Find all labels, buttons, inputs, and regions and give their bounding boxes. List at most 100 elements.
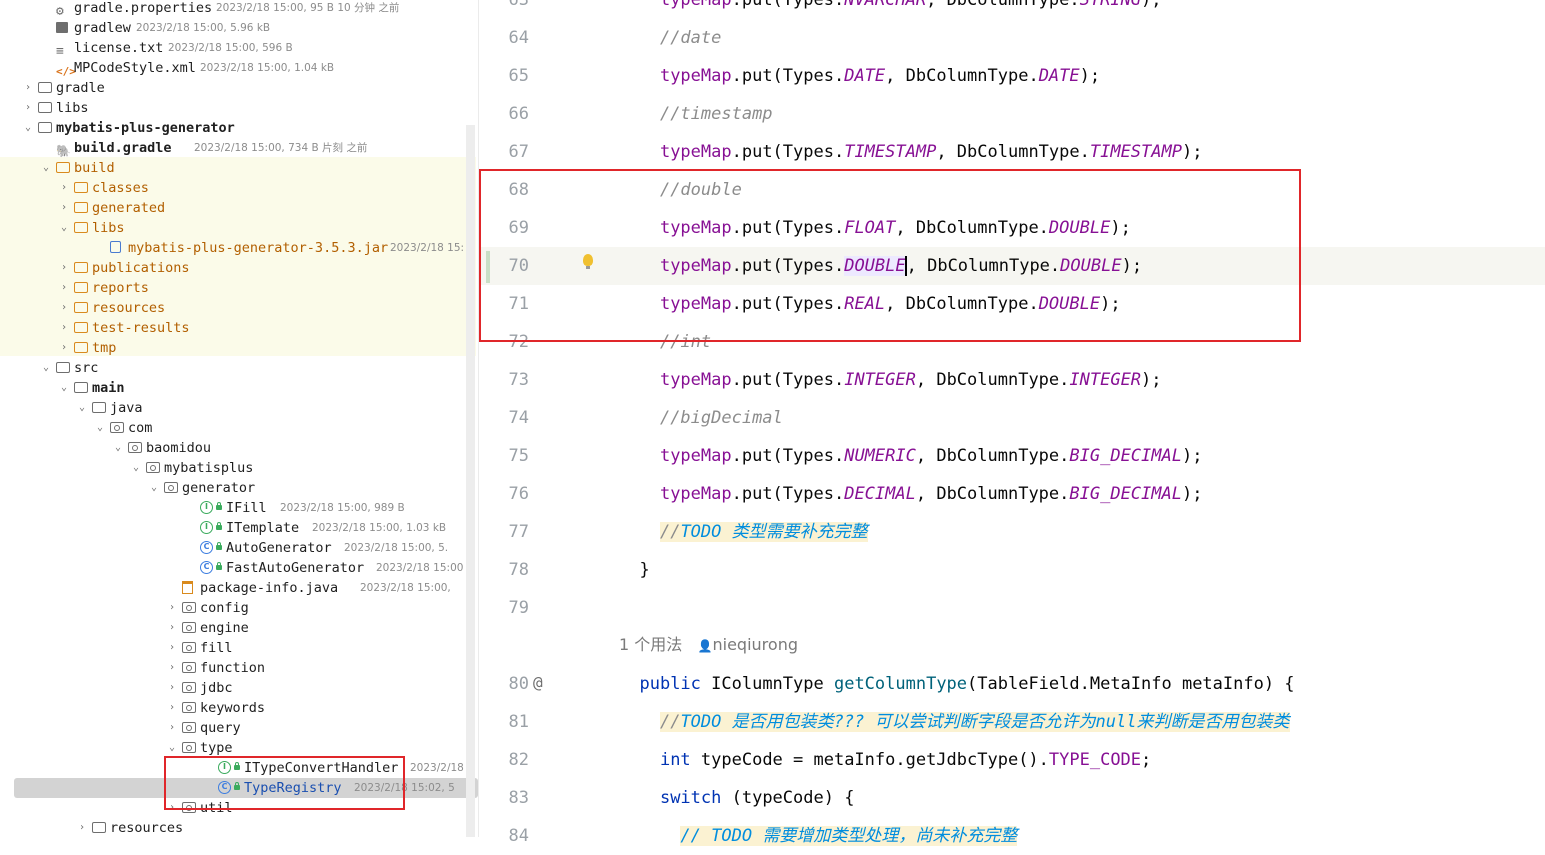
tree-item[interactable]: › engine [0, 618, 478, 638]
chevron-down-icon[interactable]: ⌄ [166, 738, 178, 758]
code-line-69[interactable]: typeMap.put(Types.FLOAT, DbColumnType.DO… [619, 209, 1131, 247]
tree-item[interactable]: › libs [0, 98, 478, 118]
tree-item[interactable]: mybatis-plus-generator-3.5.3.jar 2023/2/1… [0, 238, 478, 258]
chevron-right-icon[interactable]: › [58, 318, 70, 338]
tree-item[interactable]: ⌄ baomidou [0, 438, 478, 458]
chevron-down-icon[interactable]: ⌄ [130, 458, 142, 478]
chevron-right-icon[interactable]: › [166, 678, 178, 698]
tree-item[interactable]: ⚙ gradle.properties 2023/2/18 15:00, 95 B … [0, 0, 478, 19]
tree-item[interactable]: ⌄ libs [0, 218, 478, 238]
chevron-right-icon[interactable]: › [58, 298, 70, 318]
tree-item[interactable]: ⌄ type [0, 738, 478, 758]
tree-item[interactable]: ⌄ mybatis-plus-generator [0, 118, 478, 138]
code-line-68[interactable]: //double [619, 171, 742, 209]
xml-file-icon: </> [56, 65, 76, 78]
code-editor[interactable]: @ 63 64 65 66 67 68 69 70 71 72 73 74 75 76 77 78 79 80 81… [478, 0, 1545, 846]
chevron-right-icon[interactable]: › [58, 258, 70, 278]
tree-item[interactable]: › tmp [0, 338, 478, 358]
code-line-67[interactable]: typeMap.put(Types.TIMESTAMP, DbColumnTyp… [619, 133, 1203, 171]
tree-item[interactable]: I IFill 2023/2/18 15:00, 989 B [0, 498, 478, 518]
code-line-72[interactable]: //int [619, 323, 711, 361]
chevron-down-icon[interactable]: ⌄ [58, 218, 70, 238]
tree-item[interactable]: ⌄ build [0, 158, 478, 178]
chevron-right-icon[interactable]: › [166, 658, 178, 678]
tree-item[interactable]: ⌄ mybatisplus [0, 458, 478, 478]
code-line-70[interactable]: typeMap.put(Types.DOUBLE, DbColumnType.D… [619, 247, 1142, 285]
usages-hint[interactable]: 1 个用法 [619, 635, 682, 654]
tree-item[interactable]: C FastAutoGenerator 2023/2/18 15:00 [0, 558, 478, 578]
tree-item[interactable]: </> MPCodeStyle.xml 2023/2/18 15:00, 1.04 … [0, 58, 478, 78]
chevron-right-icon[interactable]: › [166, 718, 178, 738]
tree-item[interactable]: ⌄ src [0, 358, 478, 378]
code-line-64[interactable]: //date [619, 19, 721, 57]
tree-item[interactable]: › resources [0, 818, 478, 837]
tree-item[interactable]: › test-results [0, 318, 478, 338]
tree-item[interactable]: ⌄ generator [0, 478, 478, 498]
tree-item[interactable]: I ITemplate 2023/2/18 15:00, 1.03 kB [0, 518, 478, 538]
chevron-down-icon[interactable]: ⌄ [40, 358, 52, 378]
code-line-74[interactable]: //bigDecimal [619, 399, 783, 437]
chevron-down-icon[interactable]: ⌄ [148, 478, 160, 498]
tree-item[interactable]: ⌄ main [0, 378, 478, 398]
tree-item[interactable]: I ITypeConvertHandler 2023/2/18 [0, 758, 478, 778]
tree-item[interactable]: C AutoGenerator 2023/2/18 15:00, 5. [0, 538, 478, 558]
tree-item[interactable]: › classes [0, 178, 478, 198]
code-line-80[interactable]: public IColumnType getColumnType(TableFi… [619, 665, 1294, 703]
tree-item[interactable]: ≡ license.txt 2023/2/18 15:00, 596 B [0, 38, 478, 59]
lightbulb-icon[interactable] [583, 254, 593, 269]
author-hint[interactable]: nieqiurong [713, 635, 798, 654]
code-line-78[interactable]: } [619, 551, 649, 589]
code-line-73[interactable]: typeMap.put(Types.INTEGER, DbColumnType.… [619, 361, 1162, 399]
code-line-71[interactable]: typeMap.put(Types.REAL, DbColumnType.DOU… [619, 285, 1121, 323]
tree-item-label: IFill [226, 500, 267, 516]
code-vision-hint[interactable]: 1 个用法 👤nieqiurong [619, 628, 798, 663]
code-line-81[interactable]: //TODO 是否用包装类??? 可以尝试判断字段是否允许为null来判断是否用… [619, 703, 1290, 741]
code-line-76[interactable]: typeMap.put(Types.DECIMAL, DbColumnType.… [619, 475, 1203, 513]
chevron-right-icon[interactable]: › [58, 198, 70, 218]
tree-item[interactable]: › util [0, 798, 478, 818]
code-line-84[interactable]: // TODO 需要增加类型处理，尚未补充完整 [619, 817, 1018, 855]
chevron-right-icon[interactable]: › [22, 98, 34, 118]
chevron-right-icon[interactable]: › [166, 598, 178, 618]
tree-item[interactable]: › gradle [0, 78, 478, 98]
tree-item[interactable]: › jdbc [0, 678, 478, 698]
chevron-right-icon[interactable]: › [166, 698, 178, 718]
tree-item[interactable]: › function [0, 658, 478, 678]
chevron-down-icon[interactable]: ⌄ [40, 158, 52, 178]
tree-item[interactable]: ⌄ com [0, 418, 478, 438]
tree-item[interactable]: package-info.java 2023/2/18 15:00, [0, 578, 478, 598]
chevron-right-icon[interactable]: › [166, 798, 178, 818]
tree-item[interactable]: ⌄ java [0, 398, 478, 418]
tree-item[interactable]: › config [0, 598, 478, 618]
chevron-down-icon[interactable]: ⌄ [94, 418, 106, 438]
chevron-right-icon[interactable]: › [22, 78, 34, 98]
chevron-down-icon[interactable]: ⌄ [22, 118, 34, 138]
chevron-down-icon[interactable]: ⌄ [58, 378, 70, 398]
tree-item[interactable]: › query [0, 718, 478, 738]
code-line-83[interactable]: switch (typeCode) { [619, 779, 854, 817]
chevron-right-icon[interactable]: › [166, 638, 178, 658]
tree-item[interactable]: › resources [0, 298, 478, 318]
code-line-63[interactable]: typeMap.put(Types.NVARCHAR, DbColumnType… [619, 0, 1162, 19]
chevron-right-icon[interactable]: › [166, 618, 178, 638]
chevron-down-icon[interactable]: ⌄ [112, 438, 124, 458]
chevron-right-icon[interactable]: › [58, 338, 70, 358]
code-line-77[interactable]: //TODO 类型需要补充完整 [619, 513, 868, 551]
tree-item[interactable]: › keywords [0, 698, 478, 718]
chevron-right-icon[interactable]: › [76, 818, 88, 837]
code-line-75[interactable]: typeMap.put(Types.NUMERIC, DbColumnType.… [619, 437, 1203, 475]
tree-item[interactable]: › publications [0, 258, 478, 278]
chevron-right-icon[interactable]: › [58, 278, 70, 298]
tree-item[interactable]: › reports [0, 278, 478, 298]
code-line-82[interactable]: int typeCode = metaInfo.getJdbcType().TY… [619, 741, 1151, 779]
code-line-66[interactable]: //timestamp [619, 95, 773, 133]
tree-item[interactable]: 🐘 build.gradle 2023/2/18 15:00, 734 B 片刻 之… [0, 138, 478, 158]
chevron-right-icon[interactable]: › [58, 178, 70, 198]
tree-item[interactable]: › fill [0, 638, 478, 658]
tree-item[interactable]: gradlew 2023/2/18 15:00, 5.96 kB [0, 18, 478, 38]
override-at-icon[interactable]: @ [533, 664, 543, 702]
tree-item[interactable]: C TypeRegistry 2023/2/18 15:02, 5 [0, 778, 478, 798]
tree-item[interactable]: › generated [0, 198, 478, 218]
code-line-65[interactable]: typeMap.put(Types.DATE, DbColumnType.DAT… [619, 57, 1100, 95]
chevron-down-icon[interactable]: ⌄ [76, 398, 88, 418]
